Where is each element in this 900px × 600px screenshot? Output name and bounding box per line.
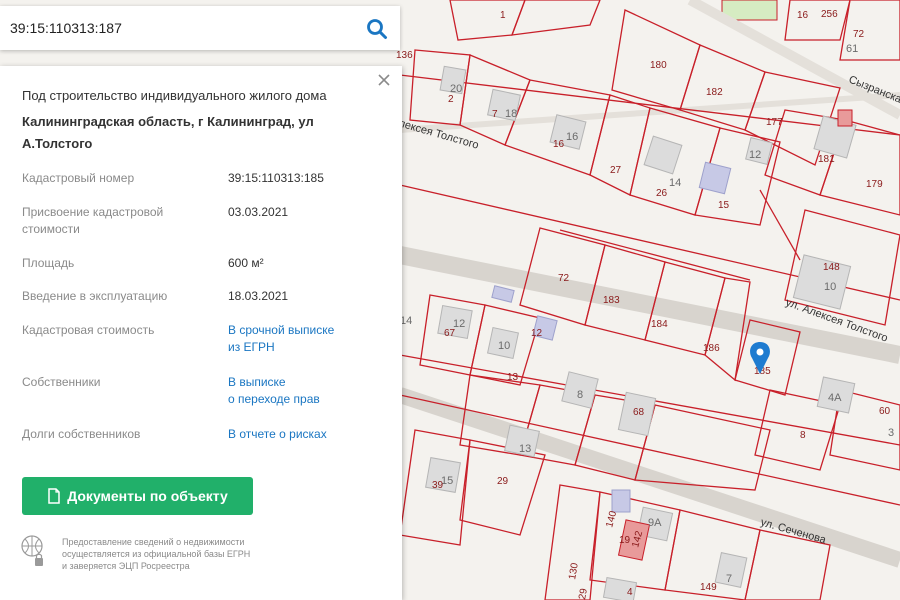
svg-text:8: 8 — [800, 430, 806, 441]
egrn-seal-icon — [21, 535, 43, 566]
svg-text:16: 16 — [553, 139, 565, 150]
area-label: Площадь — [22, 256, 75, 270]
valuation-date-label-line1: Присвоение кадастровой — [22, 205, 164, 219]
parcel-purpose: Под строительство индивидуального жилого… — [22, 88, 327, 103]
svg-text:148: 148 — [823, 262, 840, 273]
svg-text:8: 8 — [577, 389, 583, 401]
svg-text:10: 10 — [498, 340, 510, 352]
svg-text:15: 15 — [718, 200, 730, 211]
cadastral-cost-link-line1[interactable]: В срочной выписке — [228, 322, 388, 339]
svg-text:7: 7 — [726, 573, 732, 585]
svg-text:181: 181 — [818, 154, 835, 165]
svg-text:61: 61 — [846, 43, 858, 55]
svg-text:4А: 4А — [828, 392, 842, 404]
svg-text:9А: 9А — [648, 517, 662, 529]
owners-link-line1[interactable]: В выписке — [228, 374, 388, 391]
svg-text:184: 184 — [651, 319, 668, 330]
commissioning-value: 18.03.2021 — [228, 289, 289, 303]
svg-text:13: 13 — [507, 372, 519, 383]
svg-text:10: 10 — [824, 281, 836, 293]
search-bar — [0, 6, 400, 50]
svg-text:177: 177 — [766, 117, 783, 128]
valuation-date-label-line2: стоимости — [22, 222, 80, 236]
address-line2: А.Толстого — [22, 136, 93, 151]
documents-button[interactable]: Документы по объекту — [22, 477, 253, 515]
svg-text:256: 256 — [821, 9, 838, 20]
valuation-date-value: 03.03.2021 — [228, 205, 289, 219]
svg-text:13: 13 — [519, 443, 531, 455]
area-value: 600 м² — [228, 256, 264, 270]
svg-text:16: 16 — [566, 131, 578, 143]
svg-text:186: 186 — [703, 343, 720, 354]
document-icon — [48, 488, 60, 504]
svg-text:60: 60 — [879, 406, 891, 417]
commissioning-label: Введение в эксплуатацию — [22, 289, 168, 303]
svg-text:14: 14 — [669, 177, 681, 189]
svg-text:72: 72 — [558, 273, 570, 284]
svg-text:68: 68 — [633, 407, 645, 418]
svg-text:2: 2 — [448, 94, 454, 105]
svg-text:179: 179 — [866, 179, 883, 190]
svg-text:180: 180 — [650, 60, 667, 71]
svg-text:12: 12 — [531, 328, 543, 339]
svg-text:4: 4 — [627, 587, 633, 598]
parcel-info-panel: Под строительство индивидуального жилого… — [0, 66, 402, 600]
svg-text:27: 27 — [610, 165, 622, 176]
svg-text:3: 3 — [888, 427, 894, 439]
svg-text:149: 149 — [700, 582, 717, 593]
cadastral-cost-label: Кадастровая стоимость — [22, 323, 155, 337]
footer-line2: осуществляется из официальной базы ЕГРН — [62, 549, 251, 559]
search-input[interactable] — [0, 7, 342, 49]
svg-text:7: 7 — [492, 109, 498, 120]
owners-label: Собственники — [22, 375, 101, 389]
svg-text:67: 67 — [444, 328, 456, 339]
owner-debts-label: Долги собственников — [22, 427, 141, 441]
svg-text:16: 16 — [797, 10, 809, 21]
close-icon[interactable] — [376, 72, 392, 88]
svg-text:183: 183 — [603, 295, 620, 306]
address-line1: Калининградская область, г Калининград, … — [22, 114, 314, 129]
cadastral-number-label: Кадастровый номер — [22, 171, 135, 185]
parcel-address: Калининградская область, г Калининград, … — [22, 111, 362, 155]
owners-link[interactable]: В выписке о переходе прав — [228, 374, 388, 408]
svg-text:39: 39 — [432, 480, 444, 491]
documents-button-label: Документы по объекту — [67, 488, 228, 504]
svg-text:19: 19 — [619, 535, 631, 546]
footer-line3: и заверяется ЭЦП Росреестра — [62, 561, 190, 571]
svg-text:1: 1 — [500, 10, 506, 21]
footer-note: Предоставление сведений о недвижимости о… — [62, 536, 312, 572]
svg-text:12: 12 — [749, 149, 761, 161]
owners-link-line2[interactable]: о переходе прав — [228, 391, 388, 408]
owner-debts-link[interactable]: В отчете о рисках — [228, 426, 388, 443]
cadastral-cost-link-line2[interactable]: из ЕГРН — [228, 339, 388, 356]
svg-text:182: 182 — [706, 87, 723, 98]
svg-text:18: 18 — [505, 108, 517, 120]
svg-text:136: 136 — [396, 50, 413, 61]
svg-text:26: 26 — [656, 188, 668, 199]
footer-line1: Предоставление сведений о недвижимости — [62, 537, 245, 547]
valuation-date-label: Присвоение кадастровой стоимости — [22, 204, 212, 238]
cadastral-number-value: 39:15:110313:185 — [228, 171, 324, 185]
cadastral-cost-link[interactable]: В срочной выписке из ЕГРН — [228, 322, 388, 356]
search-icon[interactable] — [366, 18, 388, 40]
svg-text:72: 72 — [853, 29, 865, 40]
svg-text:29: 29 — [497, 476, 509, 487]
